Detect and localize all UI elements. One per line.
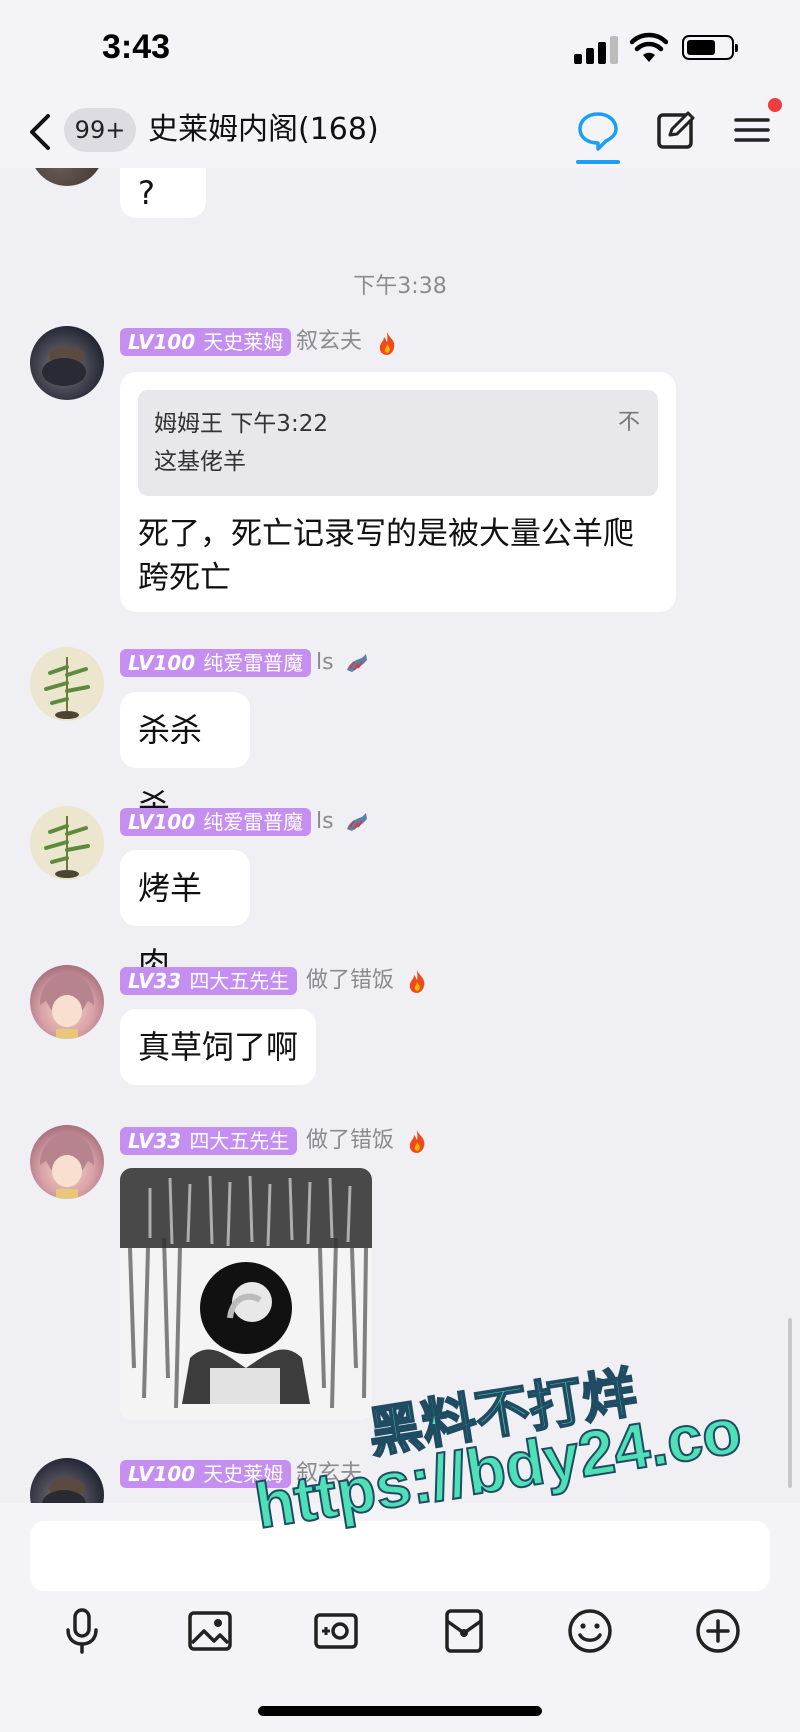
- red-packet-icon[interactable]: [438, 1605, 490, 1657]
- message-list[interactable]: ? 下午3:38 LV100 天史莱姆 叙玄夫 姆姆王 下午3:22 这基佬羊 不…: [0, 168, 800, 1503]
- message-bubble[interactable]: ?: [120, 168, 206, 218]
- flame-icon: [409, 970, 425, 993]
- flame-icon: [409, 1130, 425, 1153]
- sender-name[interactable]: ls: [316, 808, 334, 836]
- quote-author-time: 姆姆王 下午3:22: [154, 411, 328, 437]
- message-bubble[interactable]: 杀杀杀: [120, 692, 250, 825]
- chat-title[interactable]: 史莱姆内阁(168): [148, 108, 379, 152]
- avatar[interactable]: [30, 647, 104, 721]
- active-tab-indicator: [576, 160, 620, 164]
- unread-badge[interactable]: 99+: [64, 108, 136, 152]
- wifi-icon: [630, 32, 668, 62]
- back-icon[interactable]: [26, 110, 54, 154]
- level-badge: LV100 纯爱雷普魔: [120, 649, 312, 677]
- level-badge: LV33 四大五先生: [120, 967, 298, 995]
- quote-text: 这基佬羊: [154, 449, 246, 475]
- home-indicator[interactable]: [258, 1706, 542, 1716]
- message-text: 烤羊肉: [138, 869, 203, 983]
- message-input[interactable]: [30, 1521, 770, 1591]
- sender-name[interactable]: 做了错饭: [306, 1127, 394, 1155]
- add-icon[interactable]: [692, 1605, 744, 1657]
- sender-name[interactable]: 做了错饭: [306, 967, 394, 995]
- dragon-icon: [347, 654, 367, 672]
- message-bubble[interactable]: 真草饲了啊: [120, 1009, 316, 1085]
- sender-name[interactable]: ls: [316, 649, 334, 677]
- input-area: [0, 1503, 800, 1732]
- battery-icon: [682, 35, 738, 60]
- message-bubble[interactable]: 烤羊肉: [120, 850, 250, 983]
- status-bar: 3:43: [0, 0, 800, 96]
- quoted-message[interactable]: 姆姆王 下午3:22 这基佬羊 不: [138, 390, 658, 496]
- level-badge: LV100 天史莱姆: [120, 328, 292, 356]
- blurry-meme-image: [120, 1168, 372, 1420]
- status-time: 3:43: [102, 28, 171, 66]
- message-text: 真草饲了啊: [138, 1028, 299, 1066]
- avatar[interactable]: [30, 168, 104, 186]
- avatar[interactable]: [30, 965, 104, 1039]
- message-text: 死了，死亡记录写的是被大量公羊爬 跨死亡: [138, 516, 634, 596]
- avatar[interactable]: [30, 1125, 104, 1199]
- chat-screen: 3:43 99+ 史莱姆内阁(168) ? 下午3:38 LV100 天史莱姆 …: [0, 0, 800, 1732]
- time-divider: 下午3:38: [353, 274, 447, 299]
- level-badge: LV33 四大五先生: [120, 1127, 298, 1155]
- gallery-icon[interactable]: [184, 1605, 236, 1657]
- edit-icon[interactable]: [654, 108, 698, 152]
- emoji-icon[interactable]: [564, 1605, 616, 1657]
- sender-name[interactable]: 叙玄夫: [296, 328, 362, 356]
- avatar[interactable]: [30, 326, 104, 400]
- signal-icon: [574, 34, 618, 64]
- camera-icon[interactable]: [310, 1605, 362, 1657]
- dragon-icon: [347, 813, 367, 831]
- chat-bubble-icon[interactable]: [576, 108, 620, 152]
- image-message[interactable]: [120, 1168, 372, 1420]
- level-badge: LV100 天史莱姆: [120, 1460, 292, 1488]
- level-badge: LV100 纯爱雷普魔: [120, 808, 312, 836]
- microphone-icon[interactable]: [56, 1605, 108, 1657]
- avatar[interactable]: [30, 806, 104, 880]
- nav-bar: 99+ 史莱姆内阁(168): [0, 96, 800, 168]
- quote-pin: 不: [617, 410, 640, 435]
- message-text: ?: [138, 174, 155, 212]
- sender-name[interactable]: 叙玄夫: [296, 1460, 362, 1488]
- notification-dot: [768, 98, 782, 112]
- scrollbar[interactable]: [788, 1318, 792, 1488]
- flame-icon: [379, 332, 395, 355]
- avatar[interactable]: [30, 1458, 104, 1503]
- menu-icon[interactable]: [730, 108, 774, 152]
